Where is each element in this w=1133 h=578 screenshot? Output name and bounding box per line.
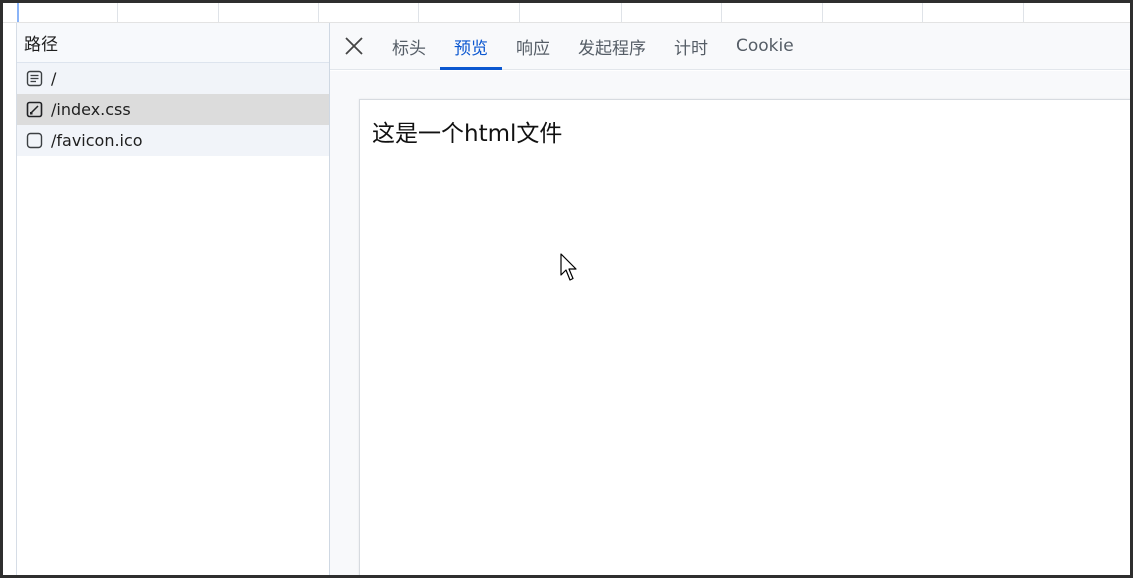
request-row-index-css[interactable]: /index.css — [17, 94, 329, 125]
close-details-button[interactable] — [330, 23, 378, 69]
path-column-header[interactable]: 路径 — [17, 23, 329, 63]
preview-content: 这是一个html文件 — [372, 121, 563, 147]
request-path: / — [51, 69, 57, 88]
timeline-gridline — [621, 3, 622, 22]
tab-label: 计时 — [674, 38, 708, 59]
image-icon — [26, 132, 43, 149]
tab-headers[interactable]: 标头 — [378, 23, 440, 69]
details-tabbar: 标头 预览 响应 发起程序 计时 Cookie — [330, 23, 1130, 70]
tab-label: 发起程序 — [578, 38, 646, 59]
network-timeline[interactable] — [3, 3, 1130, 23]
timeline-gridline — [218, 3, 219, 22]
tab-label: 预览 — [454, 38, 488, 59]
request-path: /favicon.ico — [51, 131, 143, 150]
timeline-gridline — [1023, 3, 1024, 22]
close-icon — [345, 37, 363, 55]
request-path: /index.css — [51, 100, 131, 119]
tab-label: 响应 — [516, 38, 550, 59]
preview-panel: 这是一个html文件 — [330, 71, 1133, 578]
timeline-marker — [17, 3, 19, 22]
tab-response[interactable]: 响应 — [502, 23, 564, 69]
request-details: 标头 预览 响应 发起程序 计时 Cookie 这是一个html文件 — [330, 23, 1133, 578]
request-row-root[interactable]: / — [17, 63, 329, 94]
timeline-gridline — [822, 3, 823, 22]
tab-timing[interactable]: 计时 — [660, 23, 722, 69]
tab-preview[interactable]: 预览 — [440, 23, 502, 70]
mouse-cursor-icon — [560, 253, 577, 281]
request-row-favicon[interactable]: /favicon.ico — [17, 125, 329, 156]
timeline-gridline — [418, 3, 419, 22]
document-icon — [26, 70, 43, 87]
tab-cookies[interactable]: Cookie — [722, 23, 808, 69]
timeline-gridline — [117, 3, 118, 22]
stylesheet-icon — [26, 101, 43, 118]
timeline-gridline — [922, 3, 923, 22]
timeline-gridline — [318, 3, 319, 22]
preview-frame[interactable]: 这是一个html文件 — [359, 99, 1133, 578]
request-list: 路径 / /index.css /favicon.ico — [16, 23, 330, 575]
tab-label: Cookie — [736, 36, 794, 56]
path-column-label: 路径 — [24, 35, 58, 55]
tab-initiator[interactable]: 发起程序 — [564, 23, 660, 69]
timeline-gridline — [721, 3, 722, 22]
tab-label: 标头 — [392, 38, 426, 59]
timeline-gridline — [519, 3, 520, 22]
